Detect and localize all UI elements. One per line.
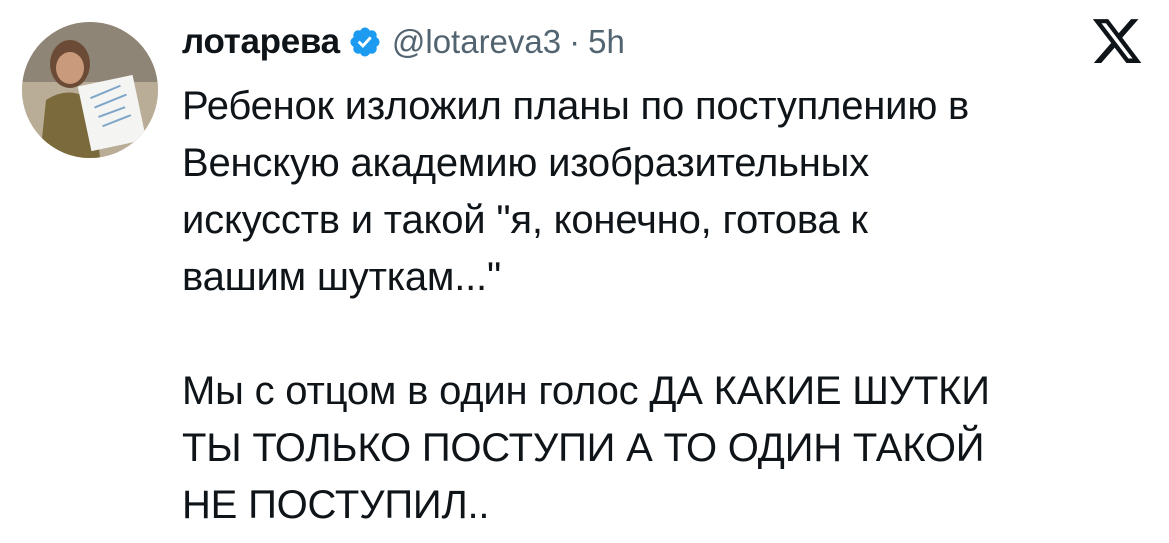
verified-badge-icon bbox=[350, 27, 380, 57]
timestamp[interactable]: 5h bbox=[588, 23, 625, 61]
avatar-image bbox=[22, 22, 158, 158]
tweet-header: лотарева @lotareva3 · 5h bbox=[182, 12, 625, 72]
tweet-card: лотарева @lotareva3 · 5h Ребенок изложил… bbox=[0, 0, 1169, 543]
user-handle[interactable]: @lotareva3 bbox=[392, 23, 561, 61]
tweet-paragraph-1: Ребенок изложил планы по поступлению в В… bbox=[182, 84, 970, 299]
x-logo-icon bbox=[1092, 19, 1142, 63]
tweet-text: Ребенок изложил планы по поступлению в В… bbox=[182, 78, 1142, 534]
avatar[interactable] bbox=[22, 22, 158, 158]
tweet-paragraph-2: Мы с отцом в один голос ДА КАКИЕ ШУТКИ Т… bbox=[182, 369, 990, 527]
meta-separator: · bbox=[569, 23, 581, 60]
display-name[interactable]: лотарева bbox=[182, 22, 340, 62]
